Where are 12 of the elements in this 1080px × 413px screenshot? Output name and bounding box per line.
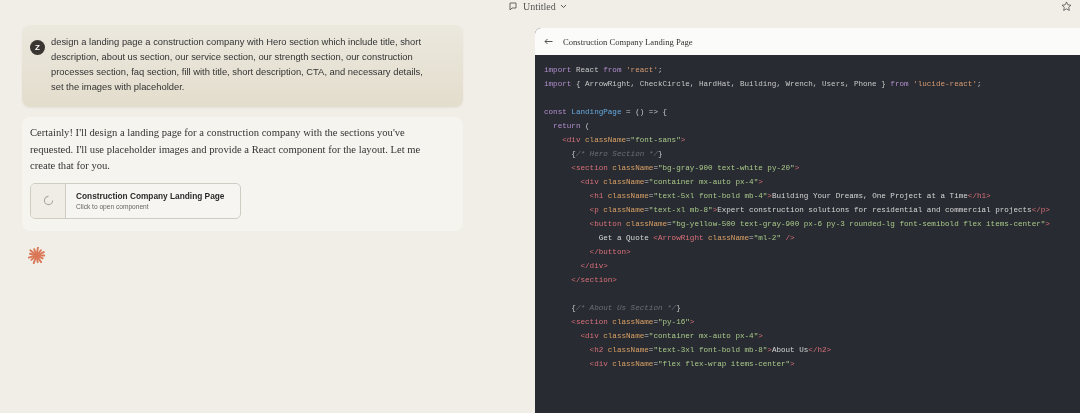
artifact-title: Construction Company Landing Page [76, 191, 225, 201]
loading-spinner-icon [42, 195, 54, 206]
code-panel-title: Construction Company Landing Page [563, 36, 693, 47]
star-icon[interactable] [1061, 1, 1072, 12]
chat-title-dropdown[interactable]: Untitled [509, 1, 567, 12]
assistant-message-text: Certainly! I'll design a landing page for a construction company with the sections you've requested. I'll use placeholder images and provide a React component for the layout. Let me create that for you. [30, 126, 422, 173]
chevron-down-icon [559, 4, 567, 9]
user-message-text: design a landing page a construction company with Hero section which include title, short description, about us section, our service section, our strength section, our construction processes section, faq section, fill with title, short description, CTA, and necessary details, set the images with placeholder. [51, 35, 424, 94]
user-avatar: Z [30, 40, 45, 55]
chat-icon [509, 1, 519, 12]
spark-icon [28, 246, 45, 264]
back-arrow-icon[interactable] [544, 38, 553, 45]
